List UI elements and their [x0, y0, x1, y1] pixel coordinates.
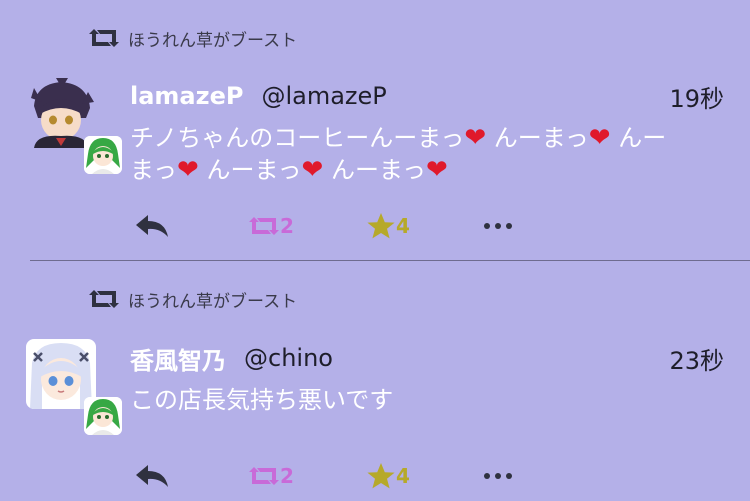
heart-emoji: ❤: [301, 155, 324, 185]
star-icon: [367, 463, 395, 489]
content-text: まっ: [130, 156, 178, 184]
heart-emoji: ❤: [464, 123, 487, 153]
content-text: チノちゃんのコーヒーんーまっ: [130, 124, 465, 152]
boost-icon: [89, 290, 119, 308]
status-header: lamazeP @lamazeP 19秒: [130, 79, 724, 113]
status-header: 香風智乃 @chino 23秒: [130, 341, 724, 375]
boost-notice-text: ほうれん草がブースト: [128, 291, 298, 312]
display-name[interactable]: lamazeP: [130, 82, 243, 110]
reply-button[interactable]: [135, 210, 169, 242]
boost-count: 2: [280, 214, 294, 238]
booster-avatar[interactable]: [84, 397, 122, 435]
favourite-count: 4: [396, 464, 410, 488]
boost-count: 2: [280, 464, 294, 488]
more-icon: [484, 223, 512, 229]
boost-notice: ほうれん草がブースト: [88, 285, 297, 313]
boost-notice: ほうれん草がブースト: [88, 24, 297, 52]
boost-button[interactable]: 2: [248, 460, 294, 492]
status-item-2[interactable]: ほうれん草がブースト 香風智乃 @chino 23秒 この店長気持ち悪いです 2…: [0, 261, 750, 501]
favourite-button[interactable]: 4: [366, 210, 410, 242]
heart-emoji: ❤: [177, 155, 199, 185]
content-text: んーまっ: [198, 156, 302, 184]
reply-icon: [136, 215, 168, 237]
status-content: チノちゃんのコーヒーんーまっ❤ んーまっ❤ んー まっ❤ んーまっ❤ んーまっ❤: [130, 122, 730, 186]
star-icon: [367, 213, 395, 239]
heart-emoji: ❤: [588, 123, 611, 153]
status-item-1[interactable]: ほうれん草がブースト lamazeP @lamazeP 19秒 チノちゃんのコー…: [0, 0, 750, 260]
reply-icon: [136, 465, 168, 487]
boost-notice-text: ほうれん草がブースト: [128, 30, 298, 51]
reply-button[interactable]: [135, 460, 169, 492]
boost-icon: [249, 217, 279, 235]
content-text: んー: [610, 124, 667, 152]
username[interactable]: @lamazeP: [261, 82, 386, 110]
more-icon: [484, 473, 512, 479]
boost-icon: [89, 29, 119, 47]
timestamp[interactable]: 23秒: [669, 341, 724, 376]
content-text: この店長気持ち悪いです: [130, 386, 394, 414]
timestamp[interactable]: 19秒: [669, 79, 724, 114]
favourite-count: 4: [396, 214, 410, 238]
content-text: んーまっ: [486, 124, 589, 152]
status-actions: 2 4: [130, 460, 530, 492]
display-name[interactable]: 香風智乃: [130, 341, 226, 376]
username[interactable]: @chino: [244, 344, 333, 372]
status-actions: 2 4: [130, 210, 530, 242]
boost-icon: [249, 467, 279, 485]
booster-avatar[interactable]: [84, 136, 122, 174]
boost-button[interactable]: 2: [248, 210, 294, 242]
favourite-button[interactable]: 4: [366, 460, 410, 492]
more-button[interactable]: [482, 460, 514, 492]
content-text: んーまっ: [323, 156, 426, 184]
more-button[interactable]: [482, 210, 514, 242]
heart-emoji: ❤: [425, 155, 448, 185]
status-content: この店長気持ち悪いです: [130, 384, 730, 416]
